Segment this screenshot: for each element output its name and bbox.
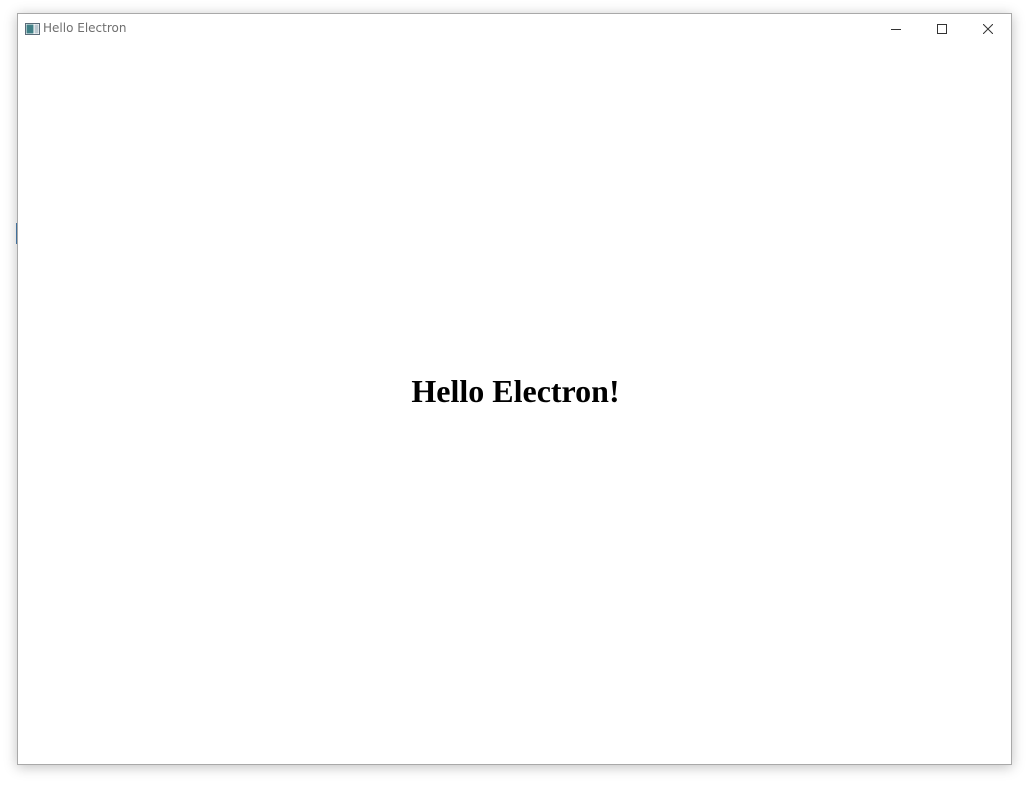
desktop: Hello Electron Hello Electron! — [0, 0, 1030, 787]
app-window: Hello Electron Hello Electron! — [17, 13, 1012, 765]
close-button[interactable] — [965, 14, 1011, 43]
minimize-icon — [891, 24, 901, 34]
close-icon — [983, 23, 993, 34]
title-bar[interactable]: Hello Electron — [18, 14, 1011, 43]
page-heading: Hello Electron! — [411, 373, 620, 409]
minimize-button[interactable] — [873, 14, 919, 43]
electron-app-icon — [25, 22, 40, 35]
maximize-button[interactable] — [919, 14, 965, 43]
window-title: Hello Electron — [43, 21, 127, 35]
maximize-icon — [937, 23, 947, 34]
window-content: Hello Electron! — [18, 43, 1011, 764]
